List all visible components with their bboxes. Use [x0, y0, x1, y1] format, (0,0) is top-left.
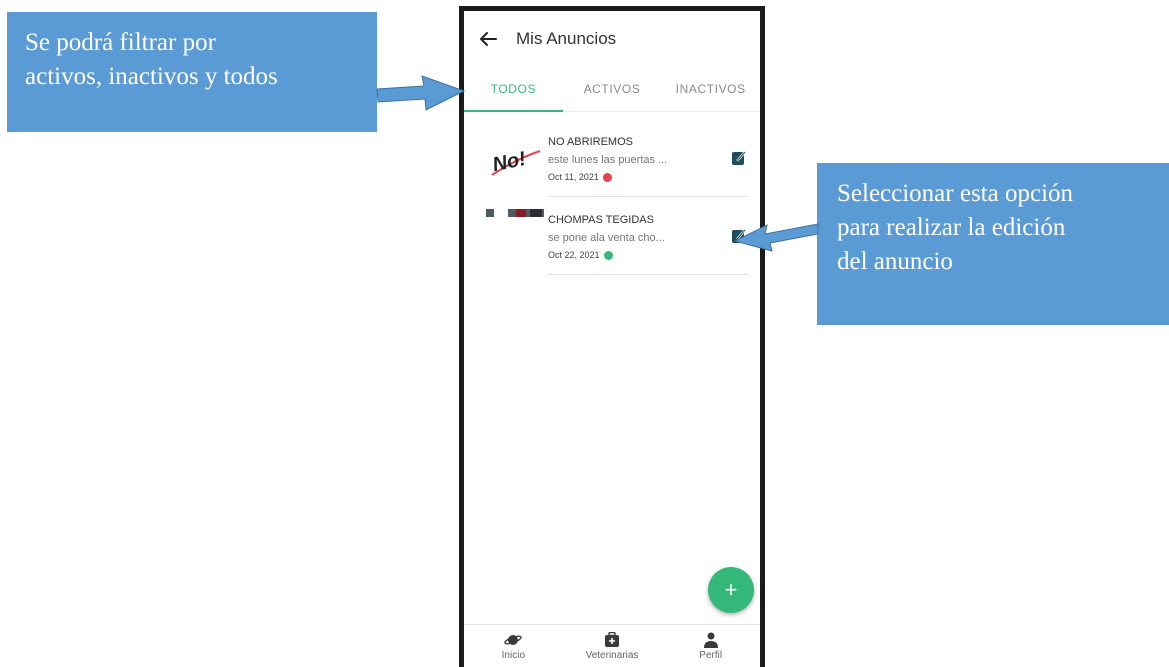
ad-description: este lunes las puertas ... [548, 154, 668, 166]
edit-icon [732, 151, 746, 165]
bottom-nav: Inicio Veterinarias Perfil [464, 624, 760, 667]
ads-list: No! NO ABRIREMOS este lunes las puertas … [464, 119, 760, 275]
active-status-icon [603, 250, 613, 260]
nav-item-inicio[interactable]: Inicio [464, 625, 563, 667]
nav-label: Perfil [699, 650, 723, 661]
page-title: Mis Anuncios [516, 29, 617, 48]
tab-activos[interactable]: ACTIVOS [563, 67, 662, 111]
ad-date: Oct 22, 2021 [548, 250, 600, 260]
user-icon [703, 632, 718, 648]
ad-date-row: Oct 22, 2021 [548, 250, 748, 260]
phone-frame: Mis Anuncios TODOS ACTIVOS INACTIVOS No!… [459, 6, 765, 667]
tab-todos[interactable]: TODOS [464, 67, 563, 112]
planet-icon [504, 635, 523, 645]
ad-thumbnail [486, 209, 544, 217]
callout-line: activos, inactivos y todos [25, 63, 278, 90]
nav-label: Veterinarias [585, 650, 639, 661]
ad-title: NO ABRIREMOS [548, 136, 633, 148]
list-item[interactable]: No! NO ABRIREMOS este lunes las puertas … [464, 119, 760, 197]
filter-tabs: TODOS ACTIVOS INACTIVOS [464, 67, 760, 112]
ad-body: CHOMPAS TEGIDAS se pone ala venta cho...… [548, 197, 748, 275]
callout-line: para realizar la edición [837, 214, 1066, 241]
callout-line: del anuncio [837, 248, 953, 275]
callout-line: Seleccionar esta opción [837, 180, 1074, 207]
add-ad-button[interactable]: + [708, 567, 754, 613]
inactive-status-icon [602, 172, 612, 182]
edit-button[interactable] [730, 149, 748, 167]
ad-title: CHOMPAS TEGIDAS [548, 214, 654, 226]
ad-body: NO ABRIREMOS este lunes las puertas ... … [548, 119, 748, 197]
arrow-to-tabs [376, 75, 466, 111]
medical-kit-icon [605, 632, 619, 647]
ad-thumbnail: No! [486, 129, 544, 187]
ad-date: Oct 11, 2021 [548, 172, 599, 182]
nav-item-perfil[interactable]: Perfil [661, 625, 760, 667]
edit-callout: Seleccionar esta opción para realizar la… [817, 163, 1169, 325]
list-item[interactable]: CHOMPAS TEGIDAS se pone ala venta cho...… [464, 197, 760, 275]
nav-label: Inicio [501, 650, 526, 661]
ad-date-row: Oct 11, 2021 [548, 172, 748, 182]
app-bar: Mis Anuncios [464, 11, 760, 67]
filter-callout: Se podrá filtrar por activos, inactivos … [7, 12, 377, 132]
ad-description: se pone ala venta cho... [548, 232, 665, 244]
back-button[interactable] [466, 11, 510, 67]
callout-line: Se podrá filtrar por [25, 29, 216, 56]
edit-button[interactable] [730, 227, 748, 245]
edit-icon [732, 229, 746, 243]
arrow-left-icon [480, 32, 497, 46]
nav-item-veterinarias[interactable]: Veterinarias [563, 625, 662, 667]
tab-inactivos[interactable]: INACTIVOS [661, 67, 760, 111]
app-screen: Mis Anuncios TODOS ACTIVOS INACTIVOS No!… [464, 11, 760, 667]
